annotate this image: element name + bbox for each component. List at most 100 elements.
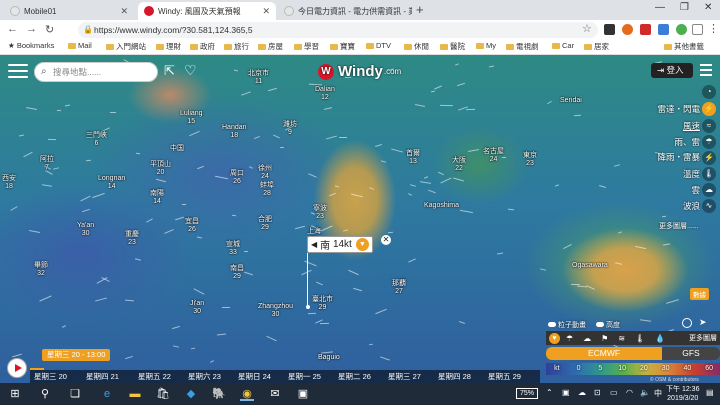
timeline-day[interactable]: 星期三 20: [34, 371, 67, 382]
layer-clouds[interactable]: 雲: [691, 184, 700, 196]
extension-fire-icon[interactable]: [622, 24, 633, 35]
battery-indicator[interactable]: 75%: [516, 388, 538, 399]
dropbox-icon[interactable]: ◆: [184, 387, 198, 401]
model-ecmwf-button[interactable]: ECMWF: [546, 347, 662, 360]
chrome-menu-icon[interactable]: ⋮: [708, 22, 719, 35]
heart-layer-icon[interactable]: ♥: [549, 332, 560, 344]
timeline-day[interactable]: 星期四 21: [86, 371, 119, 382]
layer-temperature[interactable]: 溫度: [683, 168, 700, 180]
extension-pin-icon[interactable]: [692, 24, 703, 35]
radar-icon[interactable]: ◔: [702, 85, 716, 99]
search-input[interactable]: ⌕ 搜尋地點......: [34, 62, 158, 82]
tab-mobile01[interactable]: Mobile01 ✕: [4, 2, 134, 20]
notification-icon[interactable]: ▤: [706, 388, 714, 397]
chevron-down-icon[interactable]: ▼: [355, 238, 369, 251]
timeline-day[interactable]: 星期五 22: [138, 371, 171, 382]
more-quick-link[interactable]: 更多圖層: [689, 333, 717, 343]
popup-close-icon[interactable]: ✕: [381, 235, 391, 245]
layer-rain-thunderstorm[interactable]: 降雨・雷暴: [657, 151, 700, 163]
forward-arrow-icon[interactable]: →: [26, 23, 37, 35]
layer-rain-thunder[interactable]: 雨、雷: [674, 136, 700, 148]
tray-wifi-icon[interactable]: ◠: [626, 388, 633, 397]
wind-icon[interactable]: ≈: [702, 119, 716, 133]
bookmark-star-icon[interactable]: ☆: [582, 22, 592, 35]
tray-volume-icon[interactable]: 🔈: [640, 388, 650, 397]
compass-icon[interactable]: ➤: [699, 317, 707, 328]
tray-app-icon[interactable]: ▣: [562, 388, 570, 397]
right-menu-button[interactable]: [700, 64, 712, 79]
bookmark-folder[interactable]: 學習: [294, 41, 319, 52]
bookmark-folder[interactable]: 旅行: [224, 41, 249, 52]
tab-close-icon[interactable]: ✕: [120, 6, 128, 17]
minimize-icon[interactable]: —: [655, 2, 665, 13]
search-taskbar-icon[interactable]: ⚲: [38, 387, 52, 401]
extension-check-icon[interactable]: [676, 24, 687, 35]
layer-radar-lightning[interactable]: 雷達・閃電: [657, 103, 700, 115]
windy-logo[interactable]: W Windy .com: [318, 63, 401, 80]
bookmark-folder[interactable]: My: [476, 41, 496, 50]
tab-close-icon[interactable]: ✕: [262, 6, 270, 17]
timeline-day[interactable]: 星期五 29: [488, 371, 521, 382]
tray-cloud-icon[interactable]: ☁: [578, 388, 586, 397]
wave-icon[interactable]: ∿: [702, 199, 716, 213]
particles-toggle[interactable]: 粒子動畫: [548, 320, 586, 330]
extension-shield-icon[interactable]: [658, 24, 669, 35]
timeline-day[interactable]: 星期六 23: [188, 371, 221, 382]
rain-quick-icon[interactable]: ☂: [566, 334, 573, 343]
bookmark-folder[interactable]: 政府: [190, 41, 215, 52]
altitude-toggle[interactable]: 高度: [596, 320, 620, 330]
photos-icon[interactable]: ▣: [296, 387, 310, 401]
bookmark-folder[interactable]: 入門網站: [106, 41, 146, 52]
maximize-icon[interactable]: ❐: [680, 2, 689, 13]
locate-target-icon[interactable]: [682, 318, 692, 328]
cloud-icon[interactable]: ☁: [702, 183, 716, 197]
other-bookmarks-folder[interactable]: 其他書籤: [664, 41, 704, 52]
timeline-day[interactable]: 星期一 25: [288, 371, 321, 382]
input-language[interactable]: 中: [654, 388, 662, 399]
reload-icon[interactable]: ↻: [45, 23, 54, 36]
timeline-day[interactable]: 星期四 28: [438, 371, 471, 382]
bookmarks-button[interactable]: ★ Bookmarks: [8, 41, 54, 50]
bookmark-folder[interactable]: 寶寶: [330, 41, 355, 52]
model-gfs-button[interactable]: GFS: [662, 347, 720, 360]
favorite-heart-icon[interactable]: ♡: [184, 62, 197, 79]
login-button[interactable]: ⇥ 登入: [651, 63, 693, 78]
timeline-day[interactable]: 星期日 24: [238, 371, 271, 382]
lightning-icon[interactable]: ⚡: [702, 102, 716, 116]
system-clock[interactable]: 下午 12:36 2019/3/20: [666, 385, 699, 403]
windows-start-icon[interactable]: ⊞: [8, 387, 22, 401]
mail-icon[interactable]: ✉: [268, 387, 282, 401]
tab-windy[interactable]: Windy: 風圖及天氣預報 ✕: [138, 2, 276, 20]
extension-download-icon[interactable]: [640, 24, 651, 35]
share-icon[interactable]: ⇱: [164, 63, 175, 79]
timeline-day[interactable]: 星期二 26: [338, 371, 371, 382]
new-tab-plus-icon[interactable]: +: [416, 2, 424, 17]
edge-browser-icon[interactable]: e: [100, 387, 114, 401]
wind-picker-popup[interactable]: ◀ 南 14kt ▼: [307, 236, 373, 253]
main-menu-button[interactable]: [8, 64, 28, 80]
back-arrow-icon[interactable]: ←: [7, 23, 18, 35]
extension-glasses-icon[interactable]: [604, 24, 615, 35]
rain-icon[interactable]: ☂: [702, 135, 716, 149]
play-button[interactable]: [7, 358, 27, 378]
store-icon[interactable]: 🛍: [156, 387, 170, 401]
bookmark-folder[interactable]: 理財: [156, 41, 181, 52]
layer-wind[interactable]: 風速: [683, 120, 700, 132]
tray-battery-icon[interactable]: ▭: [610, 388, 618, 397]
bookmark-folder[interactable]: Car: [552, 41, 574, 50]
file-explorer-icon[interactable]: ▬: [128, 387, 142, 401]
evernote-icon[interactable]: 🐘: [212, 387, 226, 401]
flag-quick-icon[interactable]: ⚑: [601, 334, 608, 343]
bookmark-folder[interactable]: 休閒: [404, 41, 429, 52]
bookmark-folder[interactable]: 房屋: [258, 41, 283, 52]
bookmark-folder[interactable]: 居家: [584, 41, 609, 52]
tab-power-info[interactable]: 今日電力資訊 - 電力供需資訊 - 業 ✕: [278, 2, 412, 20]
cloud-quick-icon[interactable]: ☁: [583, 334, 591, 343]
wind-quick-icon[interactable]: ≋: [618, 334, 625, 343]
bookmark-folder[interactable]: 醫院: [440, 41, 465, 52]
bookmark-folder[interactable]: 電視劇: [506, 41, 539, 52]
storm-icon[interactable]: ⚡: [702, 151, 716, 165]
more-layers-link[interactable]: 更多圖層......: [659, 221, 699, 231]
data-tool-button[interactable]: 數據: [690, 288, 709, 300]
tray-chevron-icon[interactable]: ⌃: [546, 388, 553, 397]
